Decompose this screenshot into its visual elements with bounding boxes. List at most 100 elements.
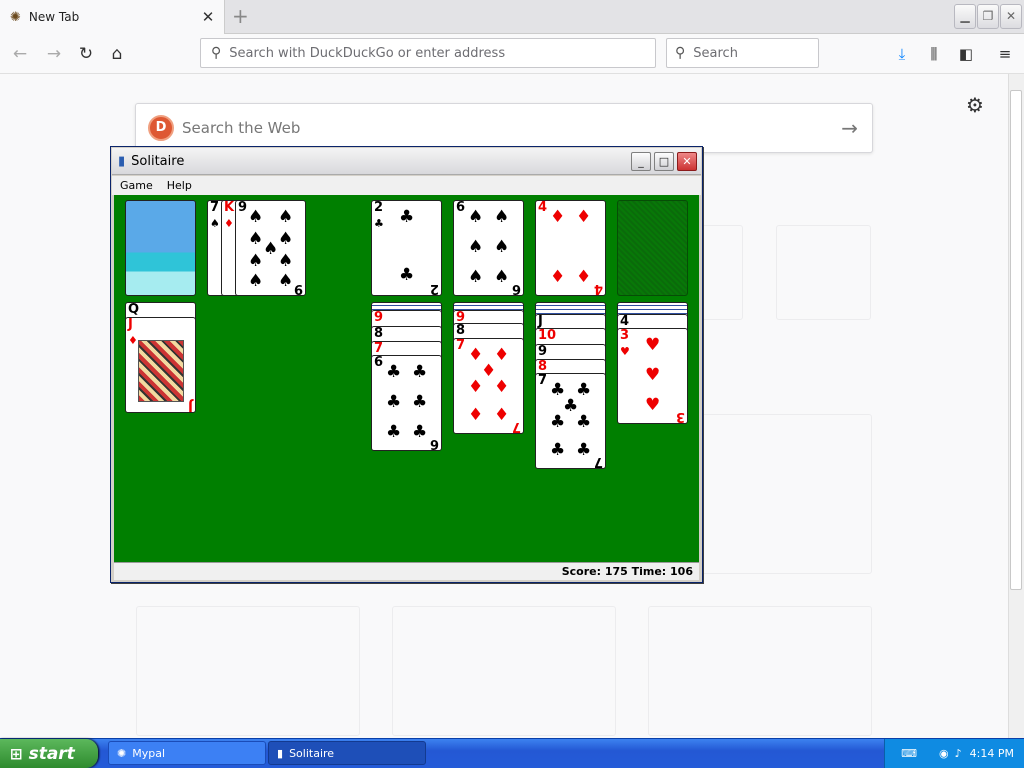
club-icon: ♣	[576, 412, 592, 432]
card-rank: 4	[620, 314, 630, 329]
foundation-spades[interactable]: 6 6 ♠ ♠ ♠ ♠ ♠ ♠	[453, 200, 524, 296]
volume-icon[interactable]: ♪	[955, 747, 962, 760]
waste-top-card[interactable]: 9 9 ♠ ♠ ♠ ♠ ♠ ♠ ♠ ♠ ♠	[235, 200, 306, 296]
forward-icon[interactable]: →	[42, 42, 66, 66]
minimize-button[interactable]: ▁	[954, 4, 976, 29]
search-placeholder: Search	[693, 45, 738, 61]
card-rank: 10	[538, 328, 557, 343]
spade-icon: ♠	[248, 271, 264, 291]
search-go-arrow-icon[interactable]: →	[841, 116, 858, 140]
solitaire-maximize-button[interactable]: □	[654, 152, 674, 171]
search-icon: ⚲	[211, 45, 222, 61]
foundation-clubs[interactable]: 2 2 ♣ ♣ ♣	[371, 200, 442, 296]
card-rank: 7	[374, 341, 384, 356]
card-rank: 7	[210, 200, 220, 215]
card-rank: J	[538, 314, 543, 329]
diamond-icon: ♦	[224, 217, 234, 230]
restore-button[interactable]: ❐	[977, 4, 999, 29]
spade-icon: ♠	[263, 239, 279, 259]
heart-icon: ♥	[645, 395, 661, 415]
spade-icon: ♠	[494, 267, 510, 287]
solitaire-app-icon: ▮	[277, 746, 284, 760]
tableau-top-card[interactable]: 3 3 ♥ ♥ ♥ ♥	[617, 328, 688, 424]
card-rank: 8	[456, 323, 466, 338]
club-icon: ♣	[386, 362, 402, 382]
spade-icon: ♠	[248, 229, 264, 249]
tab-new-tab[interactable]: ✺ New Tab	[0, 0, 225, 34]
diamond-icon: ♦	[494, 345, 510, 365]
tableau-top-card[interactable]: 7 7 ♣ ♣ ♣ ♣ ♣ ♣ ♣	[535, 373, 606, 469]
tableau-top-card[interactable]: J J ♦	[125, 317, 196, 413]
card-rank: 6	[374, 355, 384, 370]
spade-icon: ♠	[494, 207, 510, 227]
tableau-top-card[interactable]: 6 6 ♣ ♣ ♣ ♣ ♣ ♣	[371, 355, 442, 451]
spade-icon: ♠	[468, 207, 484, 227]
highlight-tile[interactable]	[648, 606, 872, 736]
url-bar[interactable]: ⚲ Search with DuckDuckGo or enter addres…	[200, 38, 656, 68]
stock-pile[interactable]	[125, 200, 196, 296]
solitaire-titlebar[interactable]: ▮ Solitaire	[112, 148, 701, 175]
solitaire-close-button[interactable]: ✕	[677, 152, 697, 171]
menu-help[interactable]: Help	[167, 179, 192, 192]
search-input[interactable]: ⚲ Search	[666, 38, 819, 68]
foundation-empty-slot[interactable]	[617, 200, 688, 296]
url-placeholder: Search with DuckDuckGo or enter address	[229, 45, 506, 61]
system-tray: ⌨ ◉ ♪ 4:14 PM	[884, 739, 1024, 768]
start-button[interactable]: ⊞ start	[0, 739, 98, 768]
solitaire-title: Solitaire	[131, 153, 185, 169]
card-rank: 4	[593, 281, 603, 296]
clock[interactable]: 4:14 PM	[970, 747, 1014, 760]
mypal-logo-icon: ✺	[10, 9, 21, 25]
solitaire-minimize-button[interactable]: _	[631, 152, 651, 171]
task-solitaire[interactable]: ▮ Solitaire	[268, 741, 426, 765]
spade-icon: ♠	[468, 267, 484, 287]
card-rank: 9	[238, 200, 248, 215]
card-rank: 2	[429, 281, 439, 296]
club-icon: ♣	[386, 392, 402, 412]
start-label: start	[28, 743, 75, 764]
card-rank: 6	[511, 281, 521, 296]
card-rank: K	[224, 200, 235, 215]
card-rank: 2	[374, 200, 384, 215]
diamond-icon: ♦	[494, 405, 510, 425]
diamond-icon: ♦	[468, 377, 484, 397]
club-icon: ♣	[550, 440, 566, 460]
top-site-tile[interactable]	[776, 225, 871, 320]
club-icon: ♣	[550, 412, 566, 432]
spade-icon: ♠	[468, 237, 484, 257]
diamond-icon: ♦	[576, 267, 592, 287]
card-rank: 9	[374, 310, 384, 325]
reload-icon[interactable]: ↻	[74, 42, 98, 66]
card-rank: 7	[511, 419, 521, 434]
highlight-tile[interactable]	[392, 606, 616, 736]
club-icon: ♣	[412, 362, 428, 382]
home-icon[interactable]: ⌂	[105, 42, 129, 66]
tab-close-icon[interactable]: ✕	[200, 8, 216, 26]
scrollbar-thumb[interactable]	[1010, 90, 1022, 590]
diamond-icon: ♦	[468, 405, 484, 425]
jack-face-image	[138, 340, 184, 402]
club-icon: ♣	[399, 207, 415, 227]
network-icon[interactable]: ◉	[939, 747, 949, 760]
tableau-top-card[interactable]: 7 7 ♦ ♦ ♦ ♦ ♦ ♦ ♦	[453, 338, 524, 434]
spade-icon: ♠	[278, 251, 294, 271]
keyboard-icon[interactable]: ⌨	[901, 747, 917, 760]
menu-game[interactable]: Game	[120, 179, 153, 192]
card-rank: 9	[293, 281, 303, 296]
card-rank: 3	[675, 409, 685, 424]
club-icon: ♣	[399, 265, 415, 285]
menu-icon[interactable]: ≡	[995, 44, 1015, 64]
download-icon[interactable]: ⤓	[892, 44, 912, 64]
back-icon[interactable]: ←	[8, 42, 32, 66]
gear-icon[interactable]: ⚙	[966, 93, 984, 117]
diamond-icon: ♦	[576, 207, 592, 227]
foundation-diamonds[interactable]: 4 4 ♦ ♦ ♦ ♦	[535, 200, 606, 296]
close-window-button[interactable]: ✕	[1000, 4, 1022, 29]
sidebar-icon[interactable]: ◧	[956, 44, 976, 64]
card-rank: 6	[456, 200, 466, 215]
new-tab-button[interactable]: +	[232, 4, 249, 28]
highlight-tile[interactable]	[136, 606, 360, 736]
task-mypal[interactable]: ✺ Mypal	[108, 741, 266, 765]
solitaire-menubar: Game Help	[112, 176, 701, 195]
library-icon[interactable]: ⫼	[924, 44, 944, 64]
